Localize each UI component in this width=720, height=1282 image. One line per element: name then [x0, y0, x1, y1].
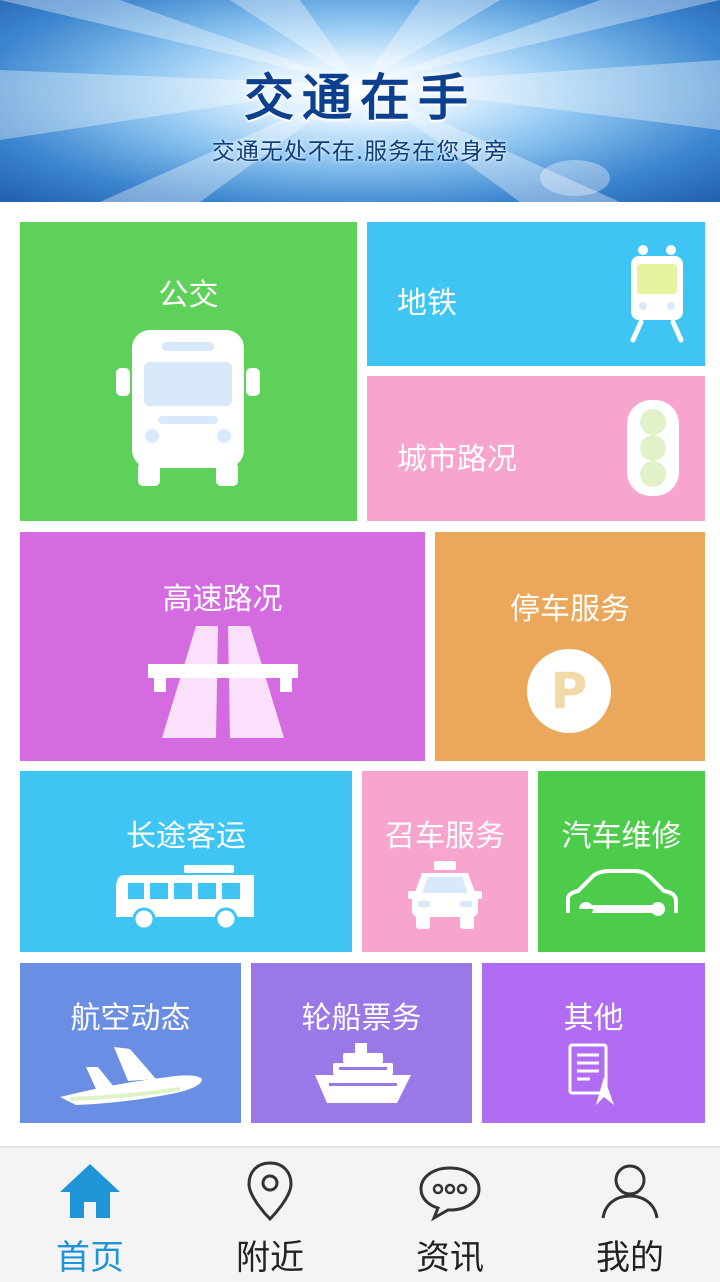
tile-car-repair[interactable]: 汽车维修: [538, 771, 705, 952]
header-banner: 交通在手 交通无处不在.服务在您身旁: [0, 0, 720, 202]
tile-highway[interactable]: 高速路况: [20, 532, 425, 761]
car-repair-icon: [566, 869, 678, 916]
tile-subway-label: 地铁: [397, 286, 457, 321]
user-icon: [601, 1164, 659, 1219]
tile-city-traffic[interactable]: 城市路况: [367, 376, 705, 521]
tile-subway[interactable]: 地铁: [367, 222, 705, 366]
bottom-tab-bar: 首页 附近 资讯 我的: [0, 1146, 720, 1282]
tile-other-label: 其他: [563, 1001, 624, 1036]
tile-flights[interactable]: 航空动态: [20, 963, 241, 1123]
tile-car-repair-label: 汽车维修: [561, 819, 682, 854]
tile-highway-label: 高速路况: [162, 582, 283, 617]
tile-taxi-label: 召车服务: [385, 819, 505, 854]
tab-home[interactable]: 首页: [0, 1148, 180, 1282]
home-icon: [60, 1164, 120, 1218]
tab-news[interactable]: 资讯: [360, 1148, 540, 1282]
svg-text:P: P: [551, 662, 588, 720]
tab-news-label: 资讯: [416, 1238, 484, 1278]
tile-other[interactable]: 其他: [482, 963, 705, 1123]
tile-ferry-tickets-label: 轮船票务: [301, 1001, 422, 1036]
app-subtitle: 交通无处不在.服务在您身旁: [211, 139, 509, 165]
tile-taxi[interactable]: 召车服务: [362, 771, 528, 952]
tab-nearby-label: 附近: [236, 1238, 304, 1278]
highway-icon: [148, 626, 298, 738]
document-icon: [568, 1043, 614, 1105]
taxi-icon: [408, 861, 482, 929]
tile-flights-label: 航空动态: [70, 1001, 191, 1036]
subway-train-icon: [630, 245, 684, 343]
tile-long-distance-bus-label: 长途客运: [126, 819, 246, 854]
tile-city-traffic-label: 城市路况: [397, 442, 517, 477]
coach-bus-icon: [116, 865, 254, 929]
airplane-icon: [60, 1047, 202, 1105]
tile-ferry-tickets[interactable]: 轮船票务: [251, 963, 472, 1123]
tab-home-label: 首页: [56, 1238, 124, 1278]
tile-bus-label: 公交: [158, 278, 219, 313]
parking-icon: P: [527, 649, 611, 733]
tile-bus[interactable]: 公交: [20, 222, 357, 521]
tab-mine[interactable]: 我的: [540, 1148, 720, 1282]
location-pin-icon: [247, 1161, 293, 1222]
traffic-light-icon: [627, 400, 679, 496]
tab-mine-label: 我的: [596, 1238, 664, 1278]
tile-parking[interactable]: 停车服务 P: [435, 532, 705, 761]
chat-bubble-icon: [419, 1166, 481, 1222]
ship-icon: [315, 1043, 411, 1103]
tile-long-distance-bus[interactable]: 长途客运: [20, 771, 352, 952]
tab-nearby[interactable]: 附近: [180, 1148, 360, 1282]
tile-parking-label: 停车服务: [510, 592, 630, 627]
bus-icon: [116, 330, 260, 486]
app-title: 交通在手: [244, 69, 476, 127]
